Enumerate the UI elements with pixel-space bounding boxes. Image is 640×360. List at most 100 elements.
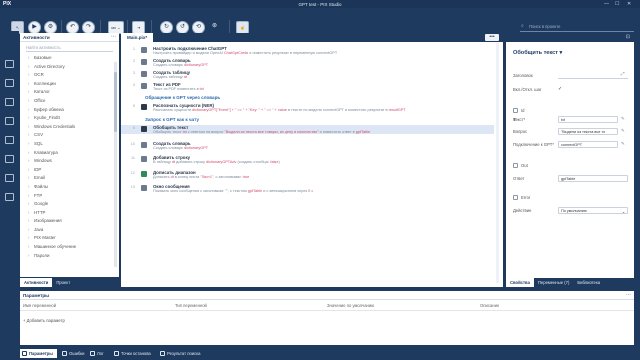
- step-group-header[interactable]: Обращение к GPT через словарь: [145, 95, 220, 100]
- answer-label: Ответ: [513, 176, 525, 181]
- pin-icon[interactable]: ⊡: [626, 34, 630, 40]
- workflow-step[interactable]: 13 Окно сообщения Показать окно сообщени…: [121, 184, 494, 193]
- workflow-step[interactable]: 11 Добавить строку В таблицу dt добавить…: [121, 155, 494, 164]
- panel-header: Параметры ⋯: [20, 291, 634, 300]
- tab-parameters[interactable]: Параметры: [20, 349, 57, 358]
- minimize-icon[interactable]: —: [604, 1, 609, 7]
- add-parameter-button[interactable]: + Добавить параметр: [23, 318, 65, 323]
- activity-category[interactable]: PIX Master: [20, 234, 119, 243]
- column-header[interactable]: Значение по умолчанию: [327, 303, 374, 308]
- rail-icon[interactable]: [5, 136, 14, 144]
- activity-category[interactable]: Изображения: [20, 217, 119, 226]
- close-icon[interactable]: ✕: [627, 1, 631, 7]
- project-search-input[interactable]: ⌕ Поиск в проекте: [520, 21, 634, 32]
- connect-input[interactable]: connectGPT: [558, 141, 618, 148]
- document-tabs: Main.pix* •••: [121, 33, 503, 42]
- workflow-step[interactable]: 4 Текст из PDF Текст из PDF поместить в …: [121, 82, 494, 91]
- tab-breakpoints[interactable]: Точки останова: [112, 349, 155, 358]
- tab-main-pix[interactable]: Main.pix*: [121, 33, 154, 42]
- activity-category[interactable]: Буфер обмена: [20, 106, 119, 115]
- rail-icon[interactable]: [5, 174, 14, 182]
- column-header[interactable]: Описание: [480, 303, 499, 308]
- designer-scrollbar[interactable]: [496, 43, 499, 283]
- activity-category[interactable]: Windows Credentials: [20, 123, 119, 132]
- expand-icon[interactable]: ⤢: [621, 71, 627, 77]
- activity-category[interactable]: IDP: [20, 166, 119, 175]
- edit-icon[interactable]: ✎: [621, 116, 627, 122]
- activity-category[interactable]: HTTP: [20, 209, 119, 218]
- panel-actions-icon[interactable]: ⋯: [111, 34, 116, 40]
- tab-project[interactable]: Проект: [52, 278, 74, 287]
- tab-activities[interactable]: Активности: [20, 278, 53, 287]
- maximize-icon[interactable]: ☐: [615, 1, 619, 7]
- edit-icon[interactable]: ✎: [621, 141, 627, 147]
- activity-category[interactable]: Windows: [20, 157, 119, 166]
- tab-variables[interactable]: Переменные (7): [534, 278, 573, 287]
- activity-category[interactable]: Email: [20, 174, 119, 183]
- step-description: Настроить провайдер и модели OpenAI Chat…: [153, 51, 338, 55]
- workflow-step[interactable]: 2 Создать словарь Создать словарь dictio…: [121, 58, 494, 67]
- id-checkbox[interactable]: [513, 108, 518, 113]
- rail-icon[interactable]: [5, 117, 14, 125]
- error-checkbox[interactable]: [513, 195, 518, 200]
- rail-icon[interactable]: [5, 79, 14, 87]
- tab-properties[interactable]: Свойства: [506, 278, 534, 287]
- answer-input[interactable]: gptTable: [558, 175, 628, 182]
- activity-category[interactable]: FTP: [20, 192, 119, 201]
- tab-search-results[interactable]: Результат поиска: [158, 349, 205, 358]
- workflow-step-selected[interactable]: 6 Обобщить текст Обобщить текст txt с от…: [121, 125, 494, 134]
- activity-category[interactable]: Машинное обучение: [20, 243, 119, 252]
- edit-icon[interactable]: ✎: [621, 128, 627, 134]
- activity-category[interactable]: Kyube_FindIt: [20, 114, 119, 123]
- activity-filter-input[interactable]: Найти активность: [26, 44, 113, 52]
- action-select[interactable]: По умолчанию ⌄: [558, 207, 628, 214]
- workflow-step[interactable]: 12 Дописать диапазон Дописать dt в конец…: [121, 170, 494, 179]
- parameters-title: Параметры: [23, 293, 50, 298]
- column-header[interactable]: Тип переменной: [175, 303, 207, 308]
- workflow-step[interactable]: 5 Распознать сущности (NER) Распознать с…: [121, 103, 494, 112]
- scroll-thumb[interactable]: [114, 72, 117, 132]
- rail-icon[interactable]: [5, 60, 14, 68]
- text-label: Текст*: [513, 117, 526, 122]
- activity-category[interactable]: Коллекции: [20, 80, 119, 89]
- activity-category[interactable]: OCR: [20, 71, 119, 80]
- tab-library[interactable]: Библиотека: [573, 278, 604, 287]
- workflow-step[interactable]: 3 Создать таблицу Создать таблицу dt: [121, 70, 494, 79]
- enabled-label: Вкл./Откл. шаг: [513, 87, 542, 92]
- activity-category[interactable]: Базовые: [20, 54, 119, 63]
- rail-icon[interactable]: [5, 98, 14, 106]
- activity-category[interactable]: Каталог: [20, 88, 119, 97]
- tab-icon: [114, 351, 119, 356]
- activity-category[interactable]: Active Directory: [20, 63, 119, 72]
- column-header[interactable]: Имя переменной: [23, 303, 56, 308]
- text-input[interactable]: txt: [558, 116, 618, 123]
- document-menu-button[interactable]: •••: [485, 34, 499, 41]
- activity-category[interactable]: CSV: [20, 131, 119, 140]
- step-number: 6: [132, 126, 135, 130]
- out-checkbox[interactable]: [513, 163, 518, 168]
- rail-icon[interactable]: [5, 155, 14, 163]
- comment-field[interactable]: [558, 78, 628, 79]
- workflow-step[interactable]: 1 Настроить подключение ChatGPT Настроит…: [121, 46, 494, 55]
- activity-category[interactable]: Office: [20, 97, 119, 106]
- activity-scrollbar[interactable]: [114, 62, 117, 267]
- tab-errors[interactable]: Ошибки: [60, 349, 89, 358]
- header-divider: [20, 310, 634, 311]
- step-group-header[interactable]: Запрос к GPT как к чату: [145, 117, 199, 122]
- activity-category[interactable]: Файлы: [20, 183, 119, 192]
- activity-category[interactable]: SQL: [20, 140, 119, 149]
- workflow-step[interactable]: 10 Создать словарь Создать словарь dicti…: [121, 141, 494, 150]
- table-row-icon: [141, 156, 147, 162]
- step-number: 11: [131, 156, 135, 160]
- activity-category[interactable]: Клавиатура: [20, 149, 119, 158]
- tab-log[interactable]: Лог: [88, 349, 108, 358]
- panel-header: Активности ⋯: [20, 33, 119, 42]
- enabled-checkbox[interactable]: ✓: [558, 86, 562, 92]
- activity-category[interactable]: Google: [20, 200, 119, 209]
- panel-actions-icon[interactable]: ⋯: [626, 292, 631, 298]
- activity-category[interactable]: Пароли: [20, 252, 119, 261]
- rail-icon[interactable]: [5, 193, 14, 201]
- activity-category[interactable]: Java: [20, 226, 119, 235]
- activity-title[interactable]: Обобщить текст ▾: [513, 50, 562, 56]
- question-input[interactable]: "Выдели из текста все то: [558, 128, 618, 135]
